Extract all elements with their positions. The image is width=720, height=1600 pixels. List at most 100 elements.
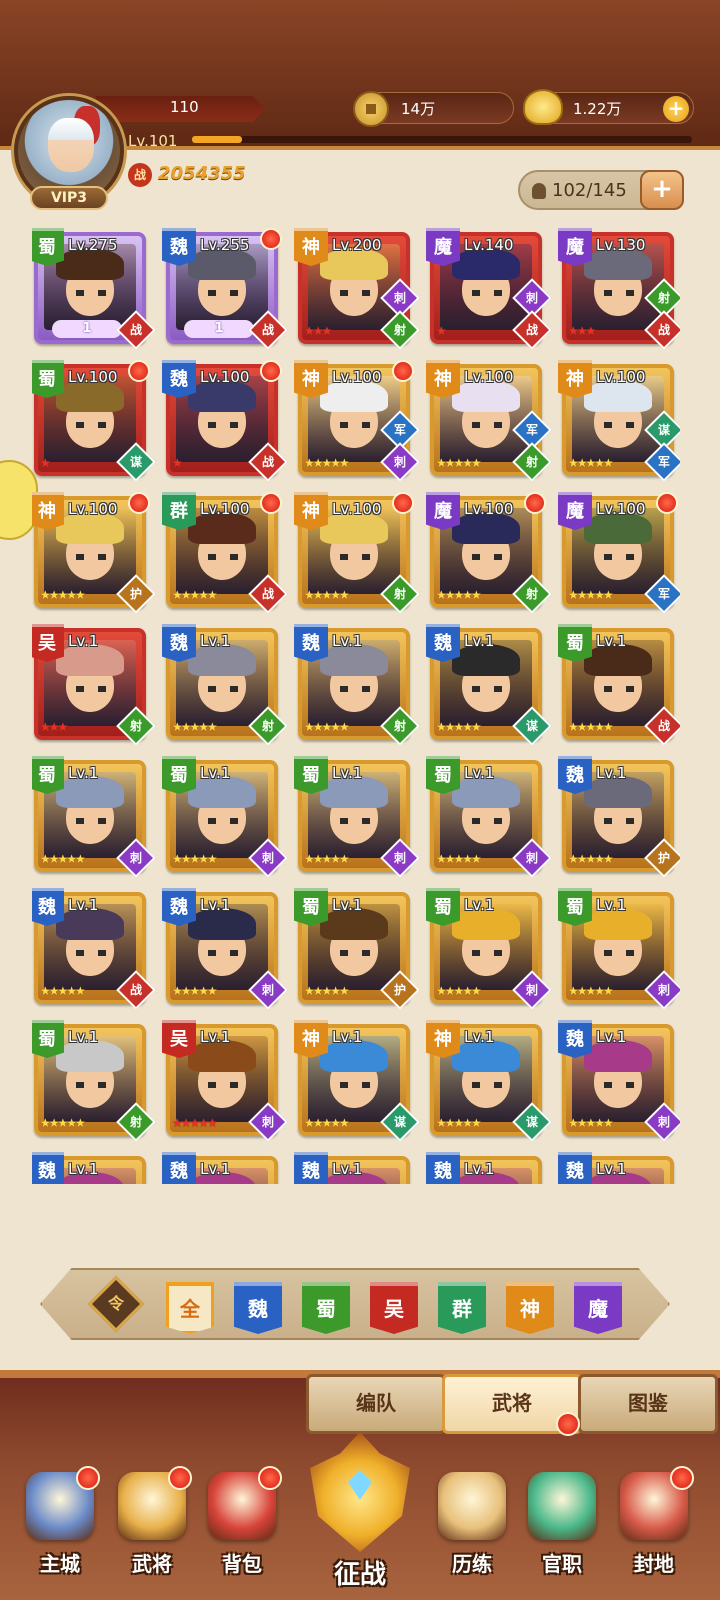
hero-card[interactable]: 吴 Lv.1 ★★★★★ 刺 — [162, 1020, 288, 1142]
hero-card[interactable]: 蜀 Lv.1 ★★★★★ 战 — [558, 624, 680, 746]
filter-all-button[interactable]: 全 — [166, 1282, 214, 1334]
tab-codex[interactable]: 图鉴 — [578, 1374, 718, 1434]
hero-faction-badge: 魏 — [558, 756, 592, 794]
hero-card[interactable]: 魏 Lv.1 ★★★★★ 刺 — [162, 888, 288, 1010]
hero-card[interactable]: 神 Lv.1 ★★★★★ 谋 — [294, 1020, 420, 1142]
filter-faction-button[interactable]: 神 — [506, 1282, 554, 1334]
hero-card[interactable]: 群 Lv.100 ★★★★★ 战 — [162, 492, 288, 614]
hero-faction-badge: 魏 — [558, 1020, 592, 1058]
hero-card[interactable]: 蜀 Lv.1 ★★★★★ 刺 — [558, 888, 680, 1010]
nav-item[interactable]: 主城 — [18, 1466, 102, 1586]
hero-card[interactable]: 蜀 Lv.1 ★★★★★ 刺 — [426, 888, 552, 1010]
hero-level: Lv.255 — [200, 236, 250, 254]
hero-card[interactable]: 蜀 Lv.1 ★★★★★ 刺 — [294, 756, 420, 878]
hero-stars: ★★★★★ — [568, 852, 614, 866]
hero-card[interactable]: 蜀 Lv.100 ★ 谋 — [32, 360, 156, 482]
hero-eyes — [604, 554, 634, 560]
hero-role-label: 护 — [393, 983, 406, 997]
hero-card[interactable]: 蜀 Lv.275 1 战 — [32, 228, 156, 350]
hero-role-label: 刺 — [261, 983, 274, 997]
hero-card[interactable]: 神 Lv.100 ★★★★★ 军刺 — [294, 360, 420, 482]
notification-dot — [128, 360, 150, 382]
hero-stars: ★★★ — [40, 720, 68, 734]
nav-item[interactable]: 历练 — [430, 1466, 514, 1586]
hero-card[interactable]: 神 Lv.100 ★★★★★ 护 — [32, 492, 156, 614]
nav-item[interactable]: 武将 — [110, 1466, 194, 1586]
hero-card[interactable]: 魔 Lv.130 ★★★ 射战 — [558, 228, 680, 350]
hero-eyes — [472, 686, 502, 692]
hero-card[interactable]: 蜀 Lv.1 ★★★★★ 刺 — [32, 756, 156, 878]
hero-card[interactable]: 魏 Lv.1 — [162, 1152, 278, 1184]
hero-role-label: 谋 — [525, 719, 538, 733]
hero-eyes — [76, 290, 106, 296]
hero-role-label: 刺 — [525, 291, 538, 305]
hero-card[interactable]: 魏 Lv.1 ★★★★★ 谋 — [426, 624, 552, 746]
hero-faction-badge: 蜀 — [32, 360, 64, 398]
hero-eyes — [340, 686, 370, 692]
hero-role-label: 射 — [393, 719, 406, 733]
hero-eyes — [604, 1082, 634, 1088]
filter-faction-button[interactable]: 魏 — [234, 1282, 282, 1334]
hero-card[interactable]: 神 Lv.100 ★★★★★ 军射 — [426, 360, 552, 482]
hero-card[interactable]: 魏 Lv.1 ★★★★★ 刺 — [558, 1020, 680, 1142]
hero-card[interactable]: 魏 Lv.1 ★★★★★ 护 — [558, 756, 680, 878]
hero-eyes — [604, 686, 634, 692]
hero-card[interactable]: 神 Lv.100 ★★★★★ 谋军 — [558, 360, 680, 482]
add-gold-button[interactable]: + — [663, 96, 689, 122]
hero-card[interactable]: 蜀 Lv.1 ★★★★★ 刺 — [162, 756, 288, 878]
nav-battle[interactable]: 征战 — [296, 1432, 424, 1600]
hero-card[interactable]: 魏 Lv.1 — [32, 1152, 146, 1184]
hero-role-label: 战 — [129, 323, 142, 337]
hero-card[interactable]: 魔 Lv.100 ★★★★★ 射 — [426, 492, 552, 614]
hero-card[interactable]: 魏 Lv.1 ★★★★★ 射 — [294, 624, 420, 746]
expand-capacity-button[interactable]: + — [640, 170, 684, 210]
hero-stars: ★★★★★ — [568, 588, 614, 602]
hero-card[interactable]: 魔 Lv.100 ★★★★★ 军 — [558, 492, 680, 614]
nav-item[interactable]: 封地 — [612, 1466, 696, 1586]
filter-faction-button[interactable]: 吴 — [370, 1282, 418, 1334]
filter-faction-button[interactable]: 魔 — [574, 1282, 622, 1334]
tab-formation[interactable]: 编队 — [306, 1374, 446, 1434]
hero-card[interactable]: 魏 Lv.1 ★★★★★ 射 — [162, 624, 288, 746]
hero-eyes — [472, 290, 502, 296]
hero-faction-badge: 魏 — [162, 888, 196, 926]
hero-role-label: 护 — [657, 851, 670, 865]
gold-resource[interactable]: 1.22万 + — [523, 89, 694, 125]
hero-card[interactable]: 魏 Lv.1 — [558, 1152, 674, 1184]
nav-item[interactable]: 官职 — [520, 1466, 604, 1586]
hero-card[interactable]: 神 Lv.100 ★★★★★ 射 — [294, 492, 420, 614]
hero-faction-badge: 魔 — [426, 228, 460, 266]
hero-stars: ★★★★★ — [568, 984, 614, 998]
hero-card[interactable]: 蜀 Lv.1 ★★★★★ 刺 — [426, 756, 552, 878]
nav-item[interactable]: 背包 — [200, 1466, 284, 1586]
hero-level: Lv.1 — [464, 896, 495, 914]
vip-badge[interactable]: VIP3 — [30, 186, 108, 210]
hero-faction-badge: 魏 — [162, 360, 196, 398]
hero-faction-badge: 蜀 — [32, 756, 64, 794]
hero-card[interactable]: 神 Lv.200 ★★★ 刺射 — [294, 228, 420, 350]
hero-card[interactable]: 魏 Lv.255 1 战 — [162, 228, 288, 350]
hero-card[interactable]: 蜀 Lv.1 ★★★★★ 射 — [32, 1020, 156, 1142]
hero-card[interactable]: 神 Lv.1 ★★★★★ 谋 — [426, 1020, 552, 1142]
hero-faction-badge: 魏 — [426, 1152, 460, 1184]
hero-card[interactable]: 吴 Lv.1 ★★★ 射 — [32, 624, 156, 746]
hero-faction-badge: 蜀 — [426, 888, 460, 926]
coin-resource[interactable]: 14万 — [353, 91, 514, 127]
filter-faction-button[interactable]: 群 — [438, 1282, 486, 1334]
hero-level: Lv.100 — [464, 500, 514, 518]
hero-card[interactable]: 魏 Lv.1 — [294, 1152, 410, 1184]
hero-eyes — [208, 422, 238, 428]
sort-button[interactable]: 令 — [87, 1275, 145, 1333]
filter-faction-button[interactable]: 蜀 — [302, 1282, 350, 1334]
notification-dot — [258, 1466, 282, 1490]
hero-card[interactable]: 魏 Lv.1 ★★★★★ 战 — [32, 888, 156, 1010]
hero-card[interactable]: 魔 Lv.140 ★ 刺战 — [426, 228, 552, 350]
hero-level: Lv.100 — [68, 368, 118, 386]
hero-card[interactable]: 魏 Lv.1 — [426, 1152, 542, 1184]
hero-faction-badge: 吴 — [32, 624, 64, 662]
hero-awaken-ribbon: 1 — [184, 320, 254, 338]
hero-role-label: 战 — [261, 587, 274, 601]
hero-card[interactable]: 蜀 Lv.1 ★★★★★ 护 — [294, 888, 420, 1010]
hero-role-label: 战 — [129, 983, 142, 997]
hero-card[interactable]: 魏 Lv.100 ★ 战 — [162, 360, 288, 482]
